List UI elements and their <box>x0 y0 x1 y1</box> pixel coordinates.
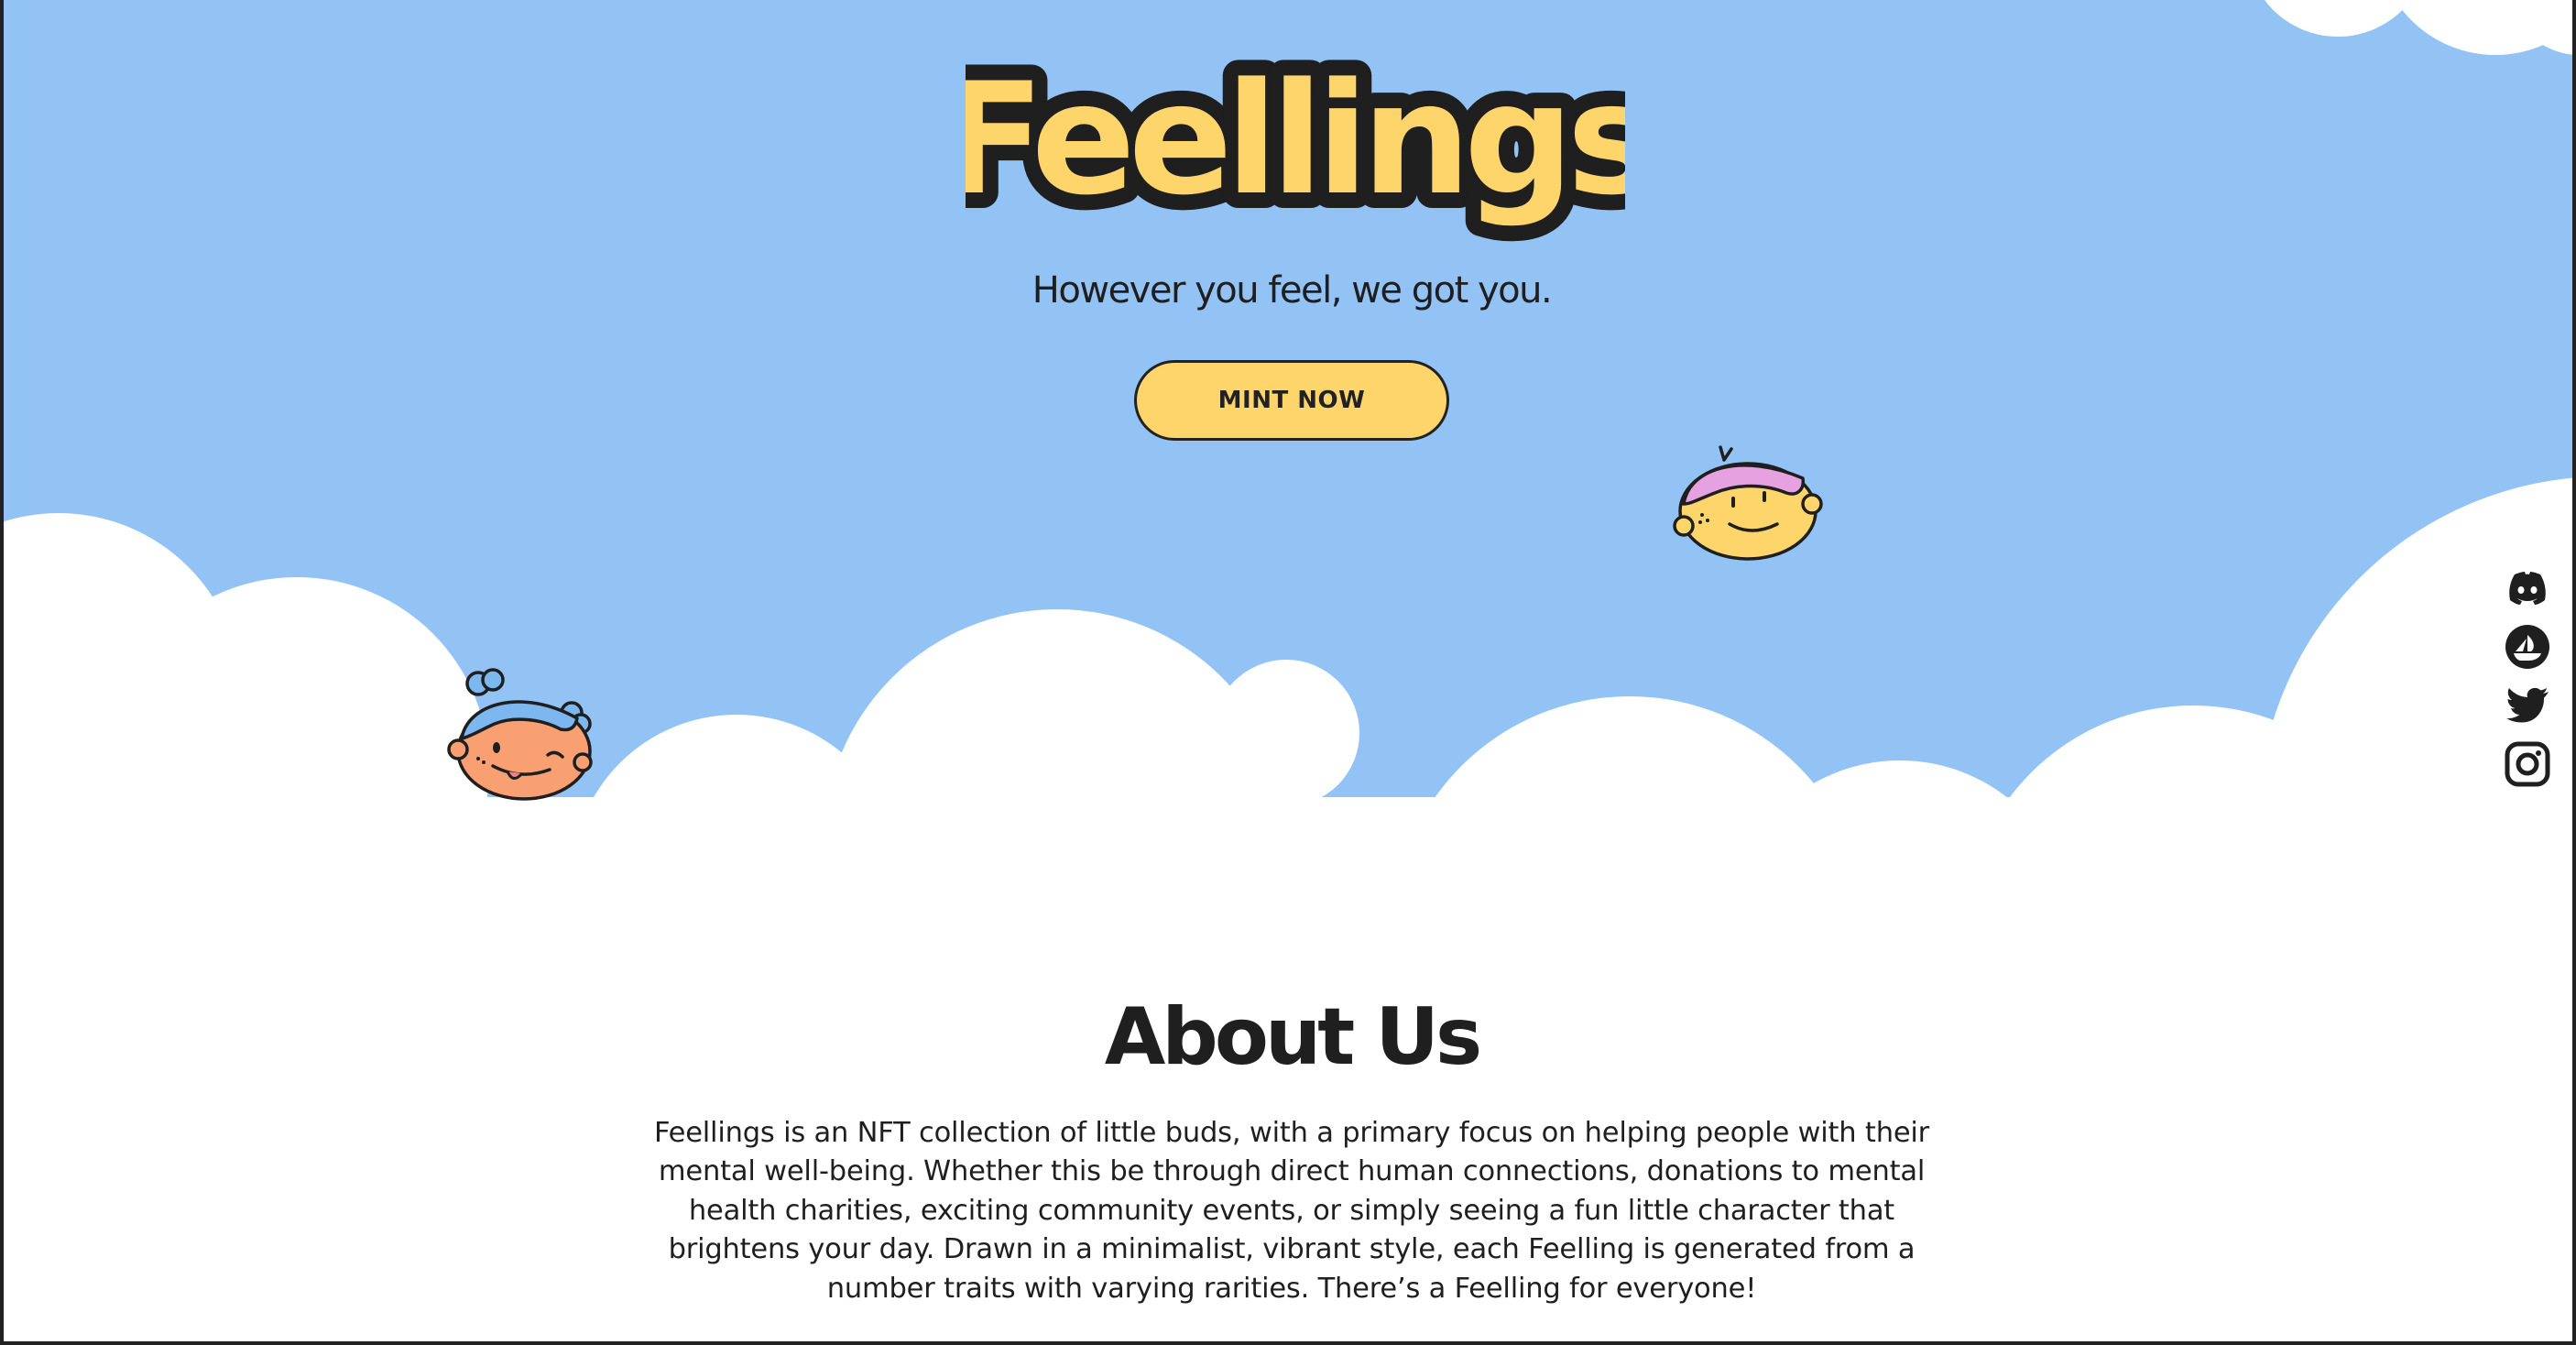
buddy-blue-illustration <box>447 668 593 801</box>
feellings-logo: Feellings Feellings <box>924 34 1675 257</box>
opensea-icon <box>2505 625 2549 669</box>
about-title: About Us <box>1104 991 1483 1083</box>
buddy-pink-illustration <box>1673 445 1823 561</box>
opensea-link[interactable] <box>2503 622 2552 672</box>
logo-wordmark: Feellings Feellings <box>924 34 1675 245</box>
buddy-character-pink-hair <box>1669 442 1825 570</box>
social-links <box>2503 563 2560 798</box>
buddy-character-blue-hair <box>440 667 608 804</box>
discord-link[interactable] <box>2503 563 2552 613</box>
discord-icon <box>2509 572 2546 605</box>
about-description: Feellings is an NFT collection of little… <box>653 1116 1930 1305</box>
hero-section: Feellings Feellings However you feel, we… <box>4 0 2572 476</box>
instagram-link[interactable] <box>2503 739 2552 789</box>
mint-now-button[interactable]: MINT NOW <box>1134 360 1449 441</box>
logo-fill: Feellings <box>966 49 1625 229</box>
about-section: About Us Feellings is an NFT collection … <box>4 991 2572 1308</box>
feellings-page: Feellings Feellings However you feel, we… <box>0 0 2576 1345</box>
tagline: However you feel, we got you. <box>1031 269 1553 312</box>
twitter-icon <box>2506 687 2549 723</box>
twitter-link[interactable] <box>2503 681 2552 730</box>
instagram-icon <box>2505 741 2550 787</box>
